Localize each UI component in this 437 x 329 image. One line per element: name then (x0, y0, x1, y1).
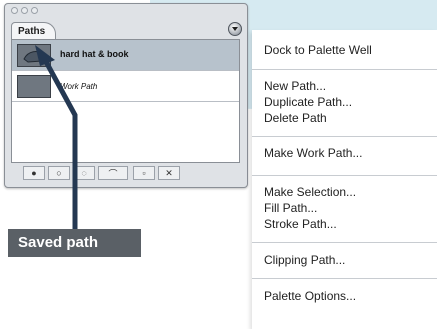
path-row-work[interactable]: Work Path (12, 71, 239, 102)
new-path-icon[interactable]: ▫ (133, 166, 155, 180)
load-selection-icon[interactable]: ◌ (73, 166, 95, 180)
zoom-window-button[interactable] (31, 7, 38, 14)
path-shape-icon (23, 51, 45, 63)
callout-label: Saved path (8, 229, 141, 257)
close-window-button[interactable] (11, 7, 18, 14)
menu-separator (252, 278, 437, 279)
menu-item-make-work-path[interactable]: Make Work Path... (264, 146, 362, 161)
menu-separator (252, 242, 437, 243)
menu-item-stroke-path[interactable]: Stroke Path... (264, 217, 337, 232)
menu-item-clipping-path[interactable]: Clipping Path... (264, 253, 345, 268)
menu-item-delete-path[interactable]: Delete Path (264, 111, 327, 126)
path-thumbnail (17, 44, 51, 67)
menu-separator (252, 175, 437, 176)
palette-context-menu: Dock to Palette Well New Path... Duplica… (252, 30, 437, 329)
menu-item-palette-options[interactable]: Palette Options... (264, 289, 356, 304)
menu-item-duplicate-path[interactable]: Duplicate Path... (264, 95, 352, 110)
path-name-label: hard hat & book (60, 49, 129, 59)
palette-tab-row: Paths (5, 17, 247, 40)
stroke-path-icon[interactable]: ○ (48, 166, 70, 180)
paths-list: hard hat & book Work Path (11, 39, 240, 163)
menu-separator (252, 136, 437, 137)
make-work-path-icon[interactable]: ⌒ (98, 166, 128, 180)
palette-titlebar (5, 4, 247, 17)
menu-item-make-selection[interactable]: Make Selection... (264, 185, 356, 200)
menu-item-new-path[interactable]: New Path... (264, 79, 326, 94)
minimize-window-button[interactable] (21, 7, 28, 14)
palette-menu-button[interactable] (228, 22, 242, 36)
fill-path-icon[interactable]: ● (23, 166, 45, 180)
paths-palette: Paths hard hat & book Work Path ● ○ ◌ ⌒ … (4, 3, 248, 188)
menu-item-dock-to-palette-well[interactable]: Dock to Palette Well (264, 43, 372, 58)
menu-separator (252, 69, 437, 70)
palette-toolbar: ● ○ ◌ ⌒ ▫ ✕ (11, 166, 240, 181)
trash-icon[interactable]: ✕ (158, 166, 180, 180)
work-path-thumbnail (17, 75, 51, 98)
work-path-label: Work Path (60, 82, 98, 91)
tab-paths[interactable]: Paths (11, 22, 57, 40)
path-row-saved[interactable]: hard hat & book (12, 40, 239, 71)
menu-item-fill-path[interactable]: Fill Path... (264, 201, 317, 216)
